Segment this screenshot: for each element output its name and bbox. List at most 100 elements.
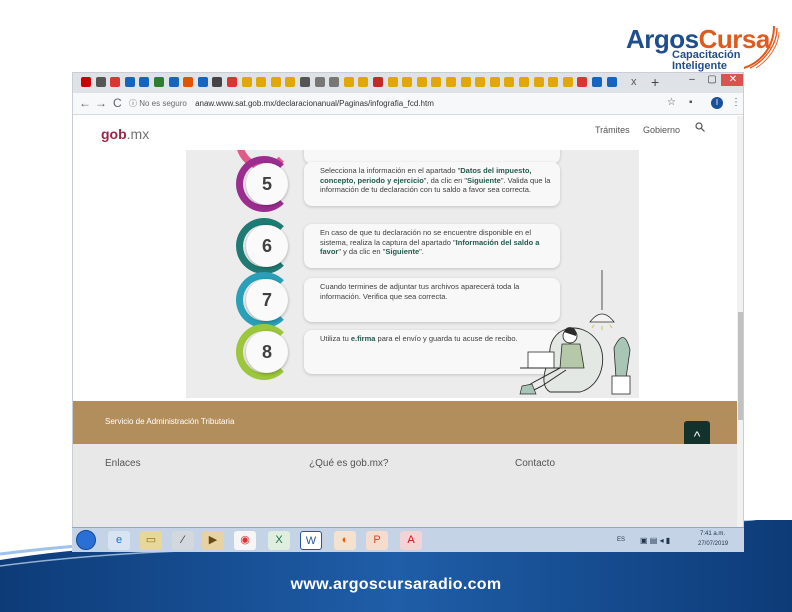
browser-tab-favicon-icon[interactable]: [489, 77, 500, 87]
reload-button[interactable]: C: [113, 96, 122, 110]
nav-tramites[interactable]: Trámites: [595, 125, 630, 135]
gob-logo-main: gob: [101, 126, 127, 142]
info-icon[interactable]: ⓘ: [129, 99, 137, 108]
footer-link-enlaces[interactable]: Enlaces: [105, 458, 141, 469]
gob-logo-tld: .mx: [126, 126, 150, 142]
browser-tab-favicon-icon[interactable]: [373, 77, 383, 87]
browser-tab-favicon-icon[interactable]: [475, 77, 486, 87]
address-bar[interactable]: ⓘ No es seguro anaw.www.sat.gob.mx/decla…: [129, 96, 659, 112]
browser-tab-favicon-icon[interactable]: [460, 77, 471, 87]
browser-tab-favicon-icon[interactable]: [124, 77, 135, 87]
folder-icon[interactable]: ▭: [140, 531, 162, 550]
page-content: gob.mx Trámites Gobierno 5 Selecciona la …: [73, 116, 737, 527]
step-number: 6: [246, 225, 288, 267]
step-text: Selecciona la información en el apartado…: [320, 166, 461, 175]
browser-tab-favicon-icon[interactable]: [358, 77, 369, 87]
maximize-button[interactable]: ▢: [703, 74, 721, 86]
powerpoint-icon[interactable]: P: [366, 531, 388, 550]
tab-strip: x + – ▢ ✕: [73, 73, 743, 93]
extension-icon[interactable]: ▪: [689, 97, 693, 108]
step-card: En caso de que tu declaración no se encu…: [304, 224, 560, 268]
browser-toolbar: ← → C ⓘ No es seguro anaw.www.sat.gob.mx…: [73, 93, 743, 115]
word-icon[interactable]: W: [300, 531, 322, 550]
browser-tab-favicon-icon[interactable]: [300, 77, 310, 87]
browser-tab-favicon-icon[interactable]: [95, 77, 106, 87]
brand-tagline: Capacitación Inteligente: [672, 50, 740, 72]
browser-tab-favicon-icon[interactable]: [139, 77, 150, 87]
browser-tab-favicon-icon[interactable]: [533, 77, 544, 87]
media-player-icon[interactable]: ▶: [202, 531, 224, 550]
browser-tab-favicon-icon[interactable]: [227, 77, 237, 87]
browser-tab-favicon-icon[interactable]: [110, 77, 121, 87]
browser-tab-favicon-icon[interactable]: [314, 77, 325, 87]
browser-tab-favicon-icon[interactable]: [446, 77, 456, 87]
menu-icon[interactable]: ⋮: [731, 97, 741, 108]
argoscursa-logo: ArgosCursa Capacitación Inteligente: [622, 22, 782, 74]
page-scrollbar[interactable]: [737, 116, 743, 527]
profile-avatar[interactable]: I: [711, 97, 723, 109]
browser-tab-favicon-icon[interactable]: [81, 77, 91, 87]
brand-arc-icon: [743, 25, 780, 69]
step-number: 8: [246, 331, 288, 373]
close-tab-button[interactable]: x: [631, 76, 637, 88]
forward-button[interactable]: →: [95, 96, 107, 110]
step-text: ".: [419, 247, 424, 257]
ie-icon[interactable]: e: [108, 531, 130, 550]
microphone-icon[interactable]: ⁄: [172, 531, 194, 550]
step-text: Utiliza tu: [320, 334, 351, 343]
browser-tab-favicon-icon[interactable]: [431, 77, 442, 87]
browser-tab-favicon-icon[interactable]: [256, 77, 267, 87]
language-indicator[interactable]: ES: [617, 537, 625, 543]
browser-tab-favicon-icon[interactable]: [387, 77, 398, 87]
clock-time[interactable]: 7:41 a.m.: [700, 531, 725, 537]
nav-gobierno[interactable]: Gobierno: [643, 125, 680, 135]
brand-tagline-2: Inteligente: [672, 60, 728, 72]
browser-tab-favicon-icon[interactable]: [241, 77, 252, 87]
browser-tab-favicon-icon[interactable]: [183, 77, 194, 87]
browser-tab-favicon-icon[interactable]: [285, 77, 296, 87]
excel-icon[interactable]: X: [268, 531, 290, 550]
browser-tab-favicon-icon[interactable]: [504, 77, 515, 87]
taskbar: e ▭ ⁄ ▶ ◉ X W ◐ P A ES ▣ ▤ ◂ ▮ 7:41 a.m.…: [72, 527, 744, 552]
chrome-icon[interactable]: ◉: [234, 531, 256, 550]
browser-tab-favicon-icon[interactable]: [343, 77, 354, 87]
tray-icons[interactable]: ▣ ▤ ◂ ▮: [640, 536, 670, 545]
step-text: Cuando termines de adjuntar tus archivos…: [320, 282, 520, 301]
gob-footer: Servicio de Administración Tributaria: [73, 401, 737, 444]
browser-tab-favicon-icon[interactable]: [329, 77, 340, 87]
security-label: No es seguro: [139, 99, 187, 108]
browser-tab-favicon-icon[interactable]: [519, 77, 529, 87]
back-button[interactable]: ←: [79, 96, 91, 110]
scrollbar-thumb[interactable]: [738, 312, 743, 420]
step-number: 5: [246, 163, 288, 205]
gob-logo[interactable]: gob.mx: [101, 126, 149, 142]
browser-tab-favicon-icon[interactable]: [548, 77, 559, 87]
browser-tab-favicon-icon[interactable]: [270, 77, 281, 87]
browser-tab-favicon-icon[interactable]: [562, 77, 573, 87]
close-window-button[interactable]: ✕: [721, 74, 743, 86]
firefox-icon[interactable]: ◐: [334, 531, 356, 550]
bookmark-star-icon[interactable]: ☆: [667, 97, 676, 108]
acrobat-icon[interactable]: A: [400, 531, 422, 550]
sat-label: Servicio de Administración Tributaria: [105, 417, 235, 426]
footer-link-contacto[interactable]: Contacto: [515, 458, 555, 469]
browser-tab-favicon-icon[interactable]: [592, 77, 602, 87]
step-text: " y da clic en ": [338, 247, 386, 257]
browser-tab-favicon-icon[interactable]: [212, 77, 223, 87]
start-button[interactable]: [76, 530, 96, 550]
url-text[interactable]: anaw.www.sat.gob.mx/declaracionanual/Pag…: [195, 99, 434, 108]
browser-tab-favicon-icon[interactable]: [577, 77, 588, 87]
footer-link-que-es[interactable]: ¿Qué es gob.mx?: [309, 458, 388, 469]
minimize-button[interactable]: –: [683, 74, 701, 86]
search-icon[interactable]: [695, 122, 705, 132]
browser-tab-favicon-icon[interactable]: [416, 77, 427, 87]
step-text-bold: Siguiente: [385, 247, 420, 257]
browser-tab-favicon-icon[interactable]: [402, 77, 413, 87]
clock-date[interactable]: 27/07/2019: [698, 541, 728, 547]
step-text-bold: e.firma: [350, 334, 376, 343]
browser-tab-favicon-icon[interactable]: [606, 77, 617, 87]
new-tab-button[interactable]: +: [651, 74, 659, 90]
browser-tab-favicon-icon[interactable]: [154, 77, 164, 87]
browser-tab-favicon-icon[interactable]: [197, 77, 208, 87]
browser-tab-favicon-icon[interactable]: [168, 77, 179, 87]
